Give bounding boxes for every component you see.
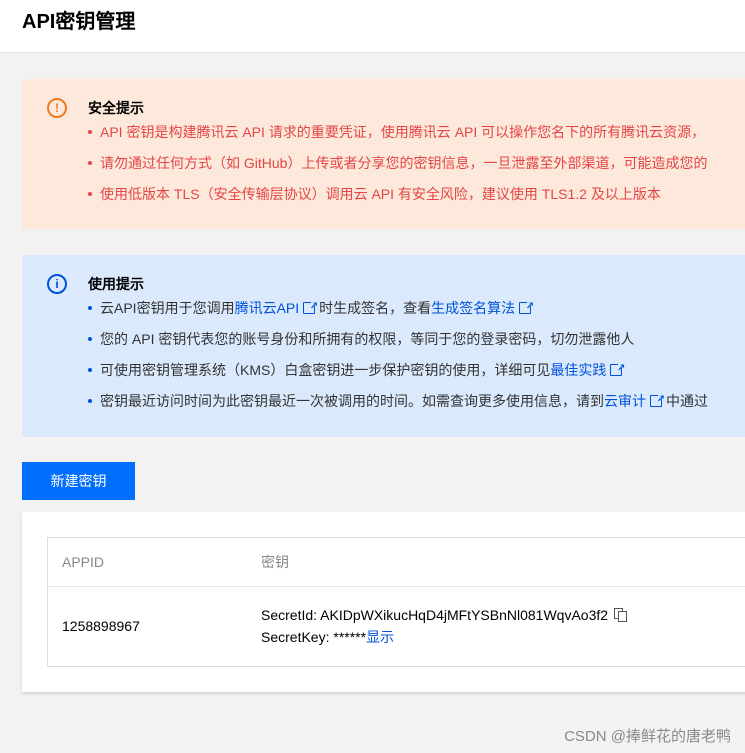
security-notice-item: 请勿通过任何方式（如 GitHub）上传或者分享您的密钥信息，一旦泄露至外部渠道… [87,152,707,183]
cloud-audit-link[interactable]: 云审计 [604,393,646,409]
security-notice-item: API 密钥是构建腾讯云 API 请求的重要凭证，使用腾讯云 API 可以操作您… [87,121,707,152]
key-panel: APPID 密钥 1258898967 SecretId: AKIDpWXiku… [22,512,745,692]
usage-notice-item: 可使用密钥管理系统（KMS）白盒密钥进一步保护密钥的使用，详细可见最佳实践 [88,358,708,390]
secret-id-value: AKIDpWXikucHqD4jMFtYSBnNl081WqvAo3f2 [320,607,609,623]
new-key-button[interactable]: 新建密钥 [22,462,135,500]
copy-icon[interactable] [614,608,628,622]
usage-text: 可使用密钥管理系统（KMS）白盒密钥进一步保护密钥的使用，详细可见 [100,362,551,378]
page-title: API密钥管理 [22,11,136,33]
usage-notice-title: 使用提示 [88,276,144,292]
external-link-icon[interactable] [303,296,318,318]
key-table: APPID 密钥 1258898967 SecretId: AKIDpWXiku… [47,537,745,667]
security-notice: ! 安全提示 API 密钥是构建腾讯云 API 请求的重要凭证，使用腾讯云 AP… [22,79,745,229]
secret-id-line: SecretId: AKIDpWXikucHqD4jMFtYSBnNl081Wq… [261,604,628,626]
usage-notice-item: 云API密钥用于您调用腾讯云API 时生成签名，查看生成签名算法 [88,296,708,328]
usage-notice-item: 密钥最近访问时间为此密钥最近一次被调用的时间。如需查询更多使用信息，请到云审计 中… [88,389,708,421]
column-header-key: 密钥 [261,554,289,570]
security-notice-title: 安全提示 [88,100,144,116]
external-link-icon[interactable] [650,389,665,411]
usage-text: 密钥最近访问时间为此密钥最近一次被调用的时间。如需查询更多使用信息，请到 [100,393,604,409]
watermark: CSDN @捧鲜花的唐老鸭 [564,728,731,745]
security-notice-list: API 密钥是构建腾讯云 API 请求的重要凭证，使用腾讯云 API 可以操作您… [87,121,707,214]
security-notice-item: 使用低版本 TLS（安全传输层协议）调用云 API 有安全风险，建议使用 TLS… [87,183,707,214]
secret-id-label: SecretId: [261,607,321,623]
external-link-icon[interactable] [519,296,534,318]
page-header: API密钥管理 [0,0,745,53]
warning-icon: ! [47,98,67,118]
secret-key-line: SecretKey: ******显示 [261,626,394,648]
external-link-icon[interactable] [610,358,625,380]
show-secret-key-link[interactable]: 显示 [366,629,394,645]
signature-algorithm-link[interactable]: 生成签名算法 [431,300,515,316]
tencent-cloud-api-link[interactable]: 腾讯云API [235,300,300,316]
usage-text: 云API密钥用于您调用 [100,300,235,316]
usage-notice: i 使用提示 云API密钥用于您调用腾讯云API 时生成签名，查看生成签名算法 您… [22,255,745,437]
usage-text: 中通过 [666,393,708,409]
usage-notice-item: 您的 API 密钥代表您的账号身份和所拥有的权限，等同于您的登录密码，切勿泄露他… [88,328,708,359]
secret-key-label: SecretKey: [261,629,334,645]
table-header: APPID 密钥 [48,538,745,587]
column-header-appid: APPID [62,554,105,570]
secret-key-value: ****** [333,629,367,645]
best-practice-link[interactable]: 最佳实践 [550,362,606,378]
usage-notice-list: 云API密钥用于您调用腾讯云API 时生成签名，查看生成签名算法 您的 API 密… [88,296,708,421]
info-icon: i [47,274,67,294]
appid-value: 1258898967 [62,618,140,634]
usage-text: 时生成签名，查看 [319,300,432,316]
